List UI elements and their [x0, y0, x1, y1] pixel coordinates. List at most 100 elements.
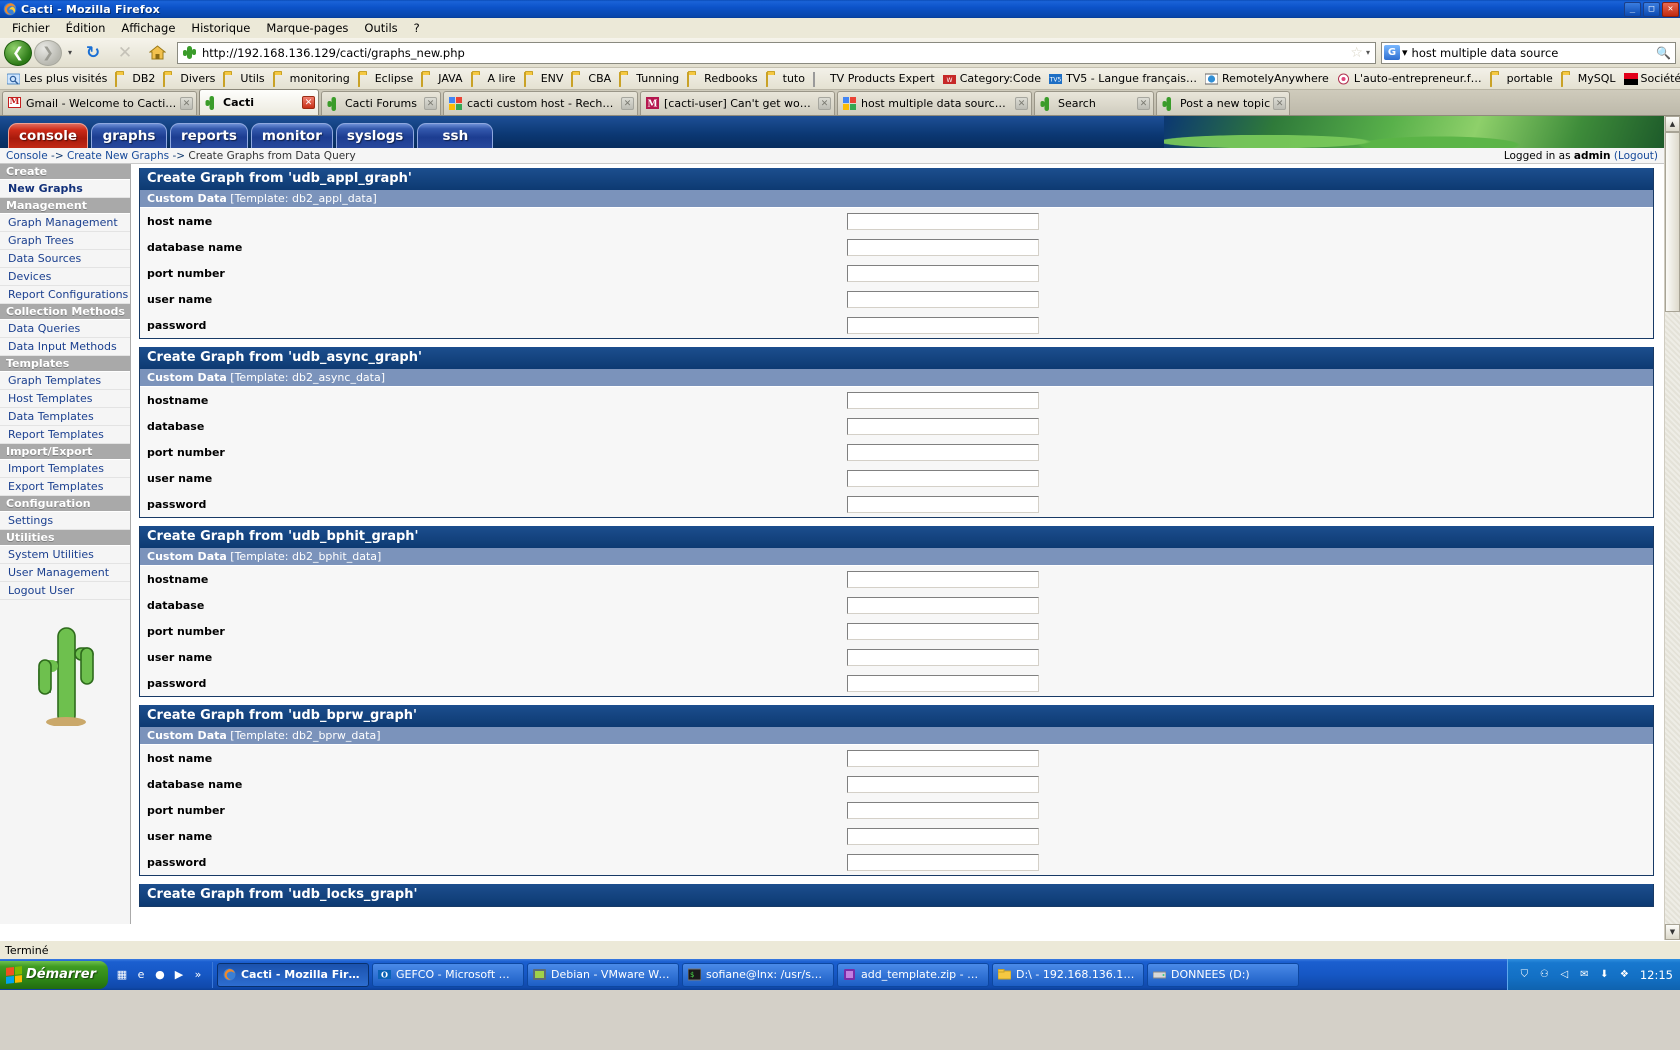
url-text[interactable]: http://192.168.136.129/cacti/graphs_new.…: [202, 46, 1347, 60]
browser-tab[interactable]: Cacti Forums ✕: [321, 91, 441, 115]
field-input-database[interactable]: [847, 417, 1039, 435]
browser-tab[interactable]: Search ✕: [1034, 91, 1154, 115]
bookmark-item[interactable]: Divers: [159, 71, 219, 87]
search-engine-icon[interactable]: G: [1384, 45, 1400, 60]
scroll-track[interactable]: [1665, 312, 1680, 924]
bookmark-item[interactable]: A lire: [467, 71, 520, 87]
menu-marque-pages[interactable]: Marque-pages: [258, 19, 356, 37]
minimize-button[interactable]: _: [1624, 1, 1641, 17]
cacti-tab-ssh[interactable]: ssh: [417, 123, 494, 148]
field-input-password[interactable]: [847, 674, 1039, 692]
field-input-user-name[interactable]: [847, 469, 1039, 487]
close-icon[interactable]: ✕: [1015, 97, 1028, 110]
page-scrollbar[interactable]: ▲ ▼: [1664, 116, 1680, 940]
close-button[interactable]: ✕: [1662, 1, 1679, 17]
address-dropdown-icon[interactable]: ▾: [1366, 48, 1373, 57]
close-icon[interactable]: ✕: [818, 97, 831, 110]
menu-historique[interactable]: Historique: [183, 19, 258, 37]
menu-edition[interactable]: Édition: [58, 19, 114, 37]
scroll-up-button[interactable]: ▲: [1665, 116, 1680, 132]
bookmark-item[interactable]: Société Générale: [1620, 71, 1680, 86]
close-icon[interactable]: ✕: [424, 97, 437, 110]
update-icon[interactable]: ⬇: [1597, 967, 1612, 982]
close-icon[interactable]: ✕: [621, 97, 634, 110]
sidebar-item-data-templates[interactable]: Data Templates: [0, 408, 130, 426]
field-input-password[interactable]: [847, 316, 1039, 334]
sidebar-item-user-management[interactable]: User Management: [0, 564, 130, 582]
bookmark-item[interactable]: Les plus visités: [3, 71, 111, 86]
bookmark-item[interactable]: portable: [1486, 71, 1557, 87]
taskbar-task[interactable]: O GEFCO - Microsoft Outlook: [371, 962, 524, 987]
menu-outils[interactable]: Outils: [356, 19, 405, 37]
cacti-tab-syslogs[interactable]: syslogs: [335, 123, 415, 148]
menu-aide[interactable]: ?: [406, 19, 428, 37]
sidebar-item-data-sources[interactable]: Data Sources: [0, 250, 130, 268]
sidebar-item-data-queries[interactable]: Data Queries: [0, 320, 130, 338]
field-input-port-number[interactable]: [847, 801, 1039, 819]
history-dropdown-icon[interactable]: ▾: [64, 40, 76, 66]
speaker-icon[interactable]: ◁: [1557, 967, 1572, 982]
field-input-port-number[interactable]: [847, 622, 1039, 640]
bookmark-item[interactable]: TV5 TV5 - Langue français…: [1045, 71, 1201, 86]
bookmark-item[interactable]: Eclipse: [354, 71, 418, 87]
antivirus-icon[interactable]: ❖: [1617, 967, 1632, 982]
bookmark-star-icon[interactable]: ☆: [1347, 45, 1366, 61]
field-input-port-number[interactable]: [847, 443, 1039, 461]
browser-tab[interactable]: Post a new topic ✕: [1156, 91, 1291, 115]
sidebar-item-graph-trees[interactable]: Graph Trees: [0, 232, 130, 250]
forward-button[interactable]: ❯: [34, 39, 62, 66]
field-input-user-name[interactable]: [847, 290, 1039, 308]
sidebar-item-graph-management[interactable]: Graph Management: [0, 214, 130, 232]
bookmark-item[interactable]: Utils: [219, 71, 268, 87]
field-input-database-name[interactable]: [847, 775, 1039, 793]
taskbar-task[interactable]: $ sofiane@lnx: /usr/share: [681, 962, 834, 987]
media-player-icon[interactable]: ▶: [171, 967, 187, 983]
menu-affichage[interactable]: Affichage: [113, 19, 183, 37]
maximize-button[interactable]: □: [1643, 1, 1660, 17]
scroll-down-button[interactable]: ▼: [1665, 924, 1680, 940]
menu-fichier[interactable]: Fichier: [4, 19, 58, 37]
bookmark-item[interactable]: MySQL: [1557, 71, 1620, 87]
bookmark-item[interactable]: DB2: [111, 71, 159, 87]
taskbar-task[interactable]: DONNEES (D:): [1146, 962, 1299, 987]
bookmark-item[interactable]: CBA: [567, 71, 615, 87]
bookmark-item[interactable]: monitoring: [269, 71, 354, 87]
field-input-hostname[interactable]: [847, 570, 1039, 588]
clock[interactable]: 12:15: [1640, 968, 1673, 982]
bookmark-item[interactable]: TV Products Expert: [809, 71, 939, 87]
field-input-user-name[interactable]: [847, 827, 1039, 845]
bookmark-item[interactable]: ENV: [520, 71, 568, 87]
logout-link[interactable]: (Logout): [1611, 150, 1658, 162]
cacti-tab-graphs[interactable]: graphs: [90, 123, 167, 148]
browser-tab[interactable]: cacti custom host - Recherche…✕: [443, 91, 638, 115]
stop-button[interactable]: ✕: [110, 40, 140, 66]
mail-icon[interactable]: ✉: [1577, 967, 1592, 982]
bookmark-item[interactable]: Redbooks: [683, 71, 761, 87]
sidebar-item-export-templates[interactable]: Export Templates: [0, 478, 130, 496]
search-input[interactable]: host multiple data source: [1408, 46, 1655, 60]
cacti-tab-monitor[interactable]: monitor: [250, 123, 333, 148]
field-input-database-name[interactable]: [847, 238, 1039, 256]
close-icon[interactable]: ✕: [1273, 97, 1287, 110]
firefox-icon[interactable]: ●: [152, 967, 168, 983]
security-icon[interactable]: ⛉: [1517, 967, 1532, 982]
sidebar-item-report-configurations[interactable]: Report Configurations: [0, 286, 130, 304]
field-input-user-name[interactable]: [847, 648, 1039, 666]
sidebar-item-system-utilities[interactable]: System Utilities: [0, 546, 130, 564]
show-desktop-icon[interactable]: ▦: [114, 967, 130, 983]
more-icon[interactable]: »: [190, 967, 206, 983]
browser-tab[interactable]: M [cacti-user] Can't get working …✕: [640, 91, 835, 115]
bookmark-item[interactable]: L'auto-entrepreneur.f…: [1333, 71, 1486, 86]
sidebar-item-report-templates[interactable]: Report Templates: [0, 426, 130, 444]
breadcrumb-create-new-graphs[interactable]: Create New Graphs: [67, 150, 169, 162]
bookmark-item[interactable]: RemotelyAnywhere: [1201, 71, 1333, 86]
bookmark-item[interactable]: JAVA: [417, 71, 466, 87]
scroll-thumb[interactable]: [1665, 132, 1680, 312]
taskbar-task[interactable]: Debian - VMware Workst…: [526, 962, 679, 987]
field-input-port-number[interactable]: [847, 264, 1039, 282]
address-bar[interactable]: http://192.168.136.129/cacti/graphs_new.…: [177, 41, 1376, 64]
sidebar-item-host-templates[interactable]: Host Templates: [0, 390, 130, 408]
sidebar-item-settings[interactable]: Settings: [0, 512, 130, 530]
taskbar-task[interactable]: D:\ - 192.168.136.129 - …: [991, 962, 1144, 987]
close-icon[interactable]: ✕: [180, 97, 193, 110]
